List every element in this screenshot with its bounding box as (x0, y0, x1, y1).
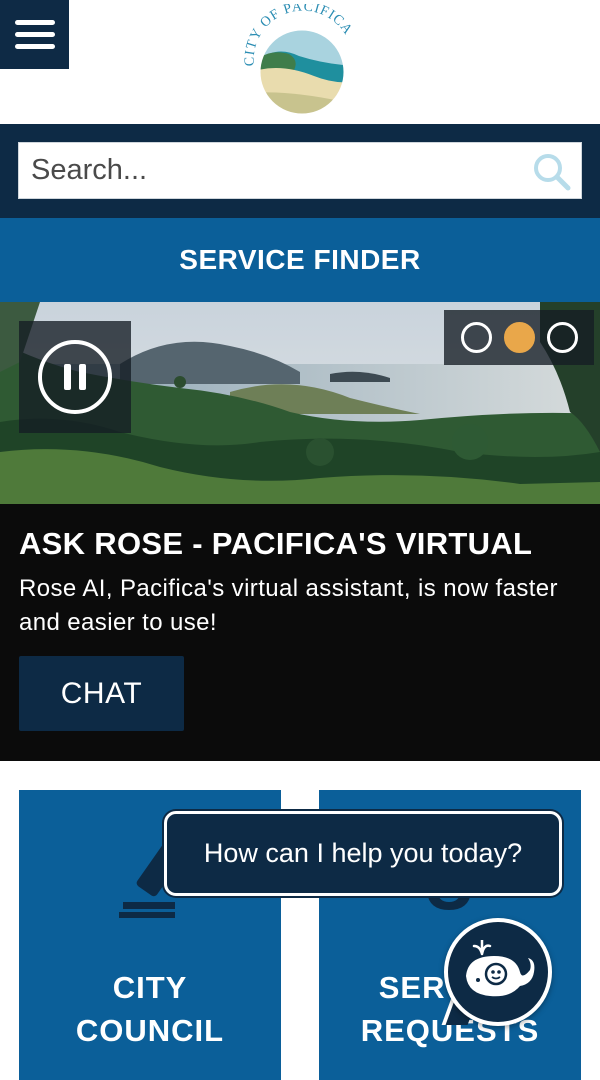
search-input[interactable] (31, 143, 531, 198)
featured-story-panel: ASK ROSE - PACIFICA'S VIRTUAL Rose AI, P… (0, 504, 600, 761)
menu-bar (14, 32, 55, 37)
chatbot-launcher-button[interactable] (444, 918, 552, 1026)
carousel-dot-1[interactable] (460, 322, 492, 353)
site-header: CITY OF PACIFICA (0, 0, 600, 124)
city-logo[interactable]: CITY OF PACIFICA (244, 4, 358, 118)
pause-icon (38, 340, 112, 414)
search-icon[interactable] (531, 151, 571, 191)
menu-bar (14, 44, 55, 49)
story-description: Rose AI, Pacifica's virtual assistant, i… (19, 575, 558, 636)
chatbot-prompt-bubble[interactable]: How can I help you today? (164, 811, 562, 896)
service-finder-button[interactable]: SERVICE FINDER (0, 218, 600, 302)
chat-button[interactable]: CHAT (19, 656, 184, 731)
carousel-indicators (444, 310, 594, 365)
carousel-dot-3[interactable] (546, 322, 578, 353)
carousel-pause-button[interactable] (19, 321, 131, 433)
hamburger-menu-button[interactable] (0, 0, 69, 69)
city-council-label: CITY COUNCIL (75, 970, 225, 1048)
story-title: ASK ROSE - PACIFICA'S VIRTUAL (19, 526, 533, 561)
whale-icon (466, 940, 535, 997)
search-bar-region (0, 124, 600, 218)
carousel-dot-2[interactable] (503, 322, 535, 353)
search-container (18, 142, 582, 199)
menu-bar (14, 20, 55, 25)
hero-carousel-image (0, 302, 600, 504)
